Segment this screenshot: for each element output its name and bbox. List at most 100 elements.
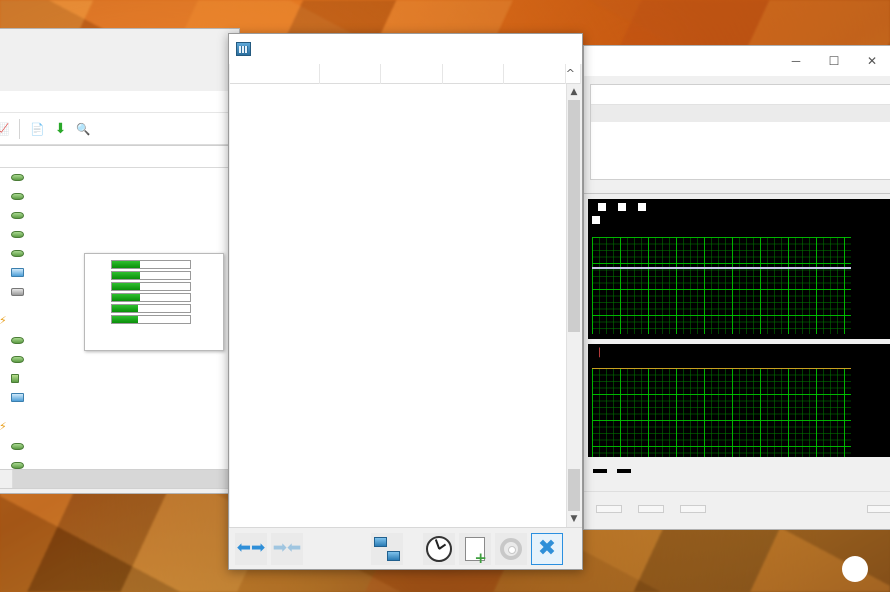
horizontal-scrollbar[interactable]	[13, 470, 235, 488]
cpuid-button[interactable]	[638, 504, 664, 513]
list-item[interactable]	[0, 187, 235, 206]
close-button[interactable]	[544, 35, 582, 63]
close-button[interactable]: ✕	[853, 48, 890, 74]
settings-button[interactable]	[495, 532, 527, 565]
scroll-up-arrow-icon[interactable]: ^	[566, 64, 581, 84]
list-item[interactable]	[0, 350, 235, 369]
driver-update-button[interactable]: 🔍	[76, 122, 93, 136]
arrows-in-icon: ➡⬅	[272, 538, 302, 558]
cpu-usage-graph: |	[588, 344, 890, 464]
expand-all-button[interactable]: ⬅➡	[235, 532, 267, 565]
legend-separator: |	[598, 347, 602, 358]
disk-icon	[11, 287, 24, 296]
list-item[interactable]	[0, 437, 235, 456]
scroll-up-button[interactable]: ▲	[567, 84, 581, 100]
legend-entry	[638, 202, 649, 213]
minimize-button[interactable]: ─	[777, 48, 815, 74]
list-item[interactable]	[0, 225, 235, 244]
scrollbar-thumb-lower[interactable]	[568, 469, 580, 511]
remote-monitoring-button[interactable]	[371, 532, 403, 565]
cpu-icon	[11, 337, 24, 344]
cpu-icon	[11, 462, 24, 469]
stability-status-bar	[584, 457, 890, 485]
column-sensor[interactable]	[230, 64, 320, 84]
vertical-scrollbar[interactable]: ▲ ▼	[566, 84, 581, 527]
cpu-core-row	[89, 281, 219, 292]
gear-icon	[500, 537, 522, 560]
cpu-clock-popup	[84, 253, 224, 351]
hwinfo-toolbar: ⬅➡ ➡⬅ ✖	[229, 527, 582, 569]
table-row[interactable]	[591, 105, 890, 122]
usage-grid	[592, 368, 851, 459]
snapshot-timer-button[interactable]	[423, 532, 455, 565]
elapsed-value	[617, 469, 631, 473]
log-header-row	[591, 85, 890, 105]
battery-icon	[11, 374, 19, 383]
legend-swatch	[638, 203, 647, 211]
cpu-core-row	[89, 270, 219, 281]
aida64-statusbar	[0, 469, 236, 489]
column-maximum[interactable]	[443, 64, 505, 84]
temperature-grid	[592, 237, 851, 334]
tab-clocks[interactable]	[600, 186, 614, 193]
close-stability-button[interactable]	[867, 504, 890, 513]
cpu-icon	[11, 231, 24, 238]
core-clock-bar	[111, 260, 191, 269]
cpu-icon	[11, 356, 24, 363]
temperature-trace	[592, 267, 851, 269]
hwinfo-app-icon	[236, 42, 251, 56]
document-icon: 📄	[30, 121, 45, 136]
cpu-core-row	[89, 303, 219, 314]
tab-powers[interactable]	[586, 186, 600, 193]
temperature-legend	[592, 201, 890, 227]
temperature-graph	[588, 199, 890, 339]
cpu-icon	[11, 212, 24, 219]
sensor-table-header: ^	[230, 64, 581, 84]
report-button[interactable]: 📄	[30, 122, 47, 136]
preferences-button[interactable]	[680, 504, 706, 513]
scroll-left-button[interactable]	[0, 470, 13, 488]
legend-entry	[598, 202, 609, 213]
column-average[interactable]	[504, 64, 566, 84]
cpu-core-row	[89, 314, 219, 325]
maximize-button[interactable]	[506, 35, 544, 63]
maximize-button[interactable]: ☐	[815, 48, 853, 74]
document-add-icon	[465, 536, 487, 564]
usage-top-line	[592, 368, 851, 369]
legend-swatch	[592, 216, 600, 224]
core-clock-bar	[111, 282, 191, 291]
gpu-icon	[11, 268, 24, 277]
usage-legend: |	[592, 346, 890, 359]
cpu-icon	[11, 193, 24, 200]
tab-statistics[interactable]	[628, 186, 642, 193]
list-item[interactable]	[0, 168, 235, 187]
close-sensors-button[interactable]: ✖	[531, 532, 563, 565]
list-item[interactable]	[0, 206, 235, 225]
save-button[interactable]	[596, 504, 622, 513]
logging-button[interactable]	[459, 532, 491, 565]
stability-window-titlebar: ─ ☐ ✕	[584, 46, 890, 76]
scroll-down-button[interactable]: ▼	[567, 511, 581, 527]
toolbar-divider	[19, 118, 21, 139]
aida64-menubar	[0, 91, 239, 113]
tab-unified[interactable]	[614, 186, 628, 193]
list-item[interactable]	[0, 369, 235, 388]
cpu-core-row	[89, 292, 219, 303]
aida64-toolbar: 📈 📄 ⬇ 🔍	[0, 113, 239, 145]
column-minimum[interactable]	[381, 64, 443, 84]
bios-update-button[interactable]: ⬇	[55, 121, 70, 137]
minimize-button[interactable]	[468, 35, 506, 63]
network-icon	[374, 536, 400, 561]
aida64-list-header	[0, 146, 235, 168]
collapse-all-button[interactable]: ➡⬅	[271, 532, 303, 565]
group-power: ⚡	[0, 415, 235, 437]
column-current[interactable]	[320, 64, 382, 84]
cpu-icon	[11, 443, 24, 450]
scrollbar-thumb[interactable]	[568, 100, 580, 332]
stability-button-bar	[584, 491, 890, 525]
close-icon: ✖	[537, 535, 557, 561]
chart-icon[interactable]: 📈	[0, 122, 9, 136]
hwinfo-sensor-table[interactable]: ^ ▲ ▼	[230, 64, 581, 527]
list-item[interactable]	[0, 388, 235, 407]
